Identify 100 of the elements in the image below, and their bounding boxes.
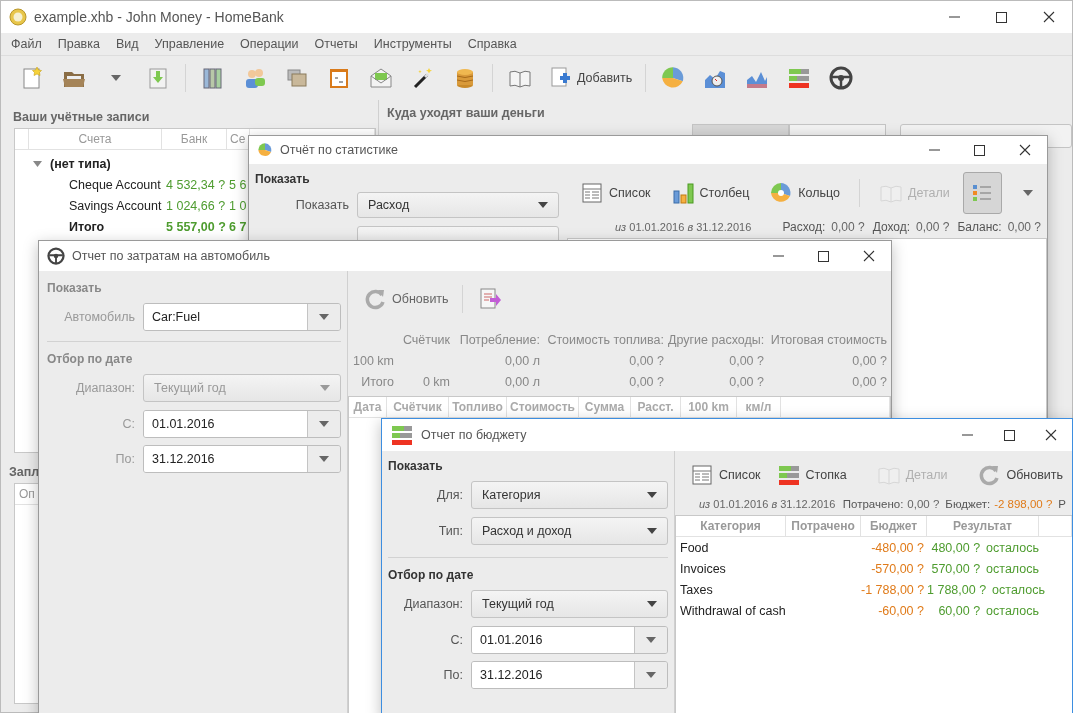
account-name[interactable]: Cheque Account bbox=[29, 177, 162, 192]
caret-icon bbox=[647, 492, 657, 498]
minimize-icon bbox=[961, 434, 973, 436]
menu-item[interactable]: Отчеты bbox=[306, 37, 366, 51]
caret-icon bbox=[538, 202, 548, 208]
refresh-icon bbox=[977, 463, 1002, 487]
toolbar-button[interactable]: Список bbox=[573, 177, 658, 209]
summary-value: 0,00 ? bbox=[728, 353, 765, 368]
total-label: Итого bbox=[68, 219, 106, 234]
total-value: 0,00 ? bbox=[907, 498, 940, 510]
menu-item[interactable]: Файл bbox=[3, 37, 50, 51]
steering-wheel-icon bbox=[47, 247, 65, 265]
date-field[interactable]: 01.01.2016 bbox=[143, 410, 341, 438]
envelope-icon bbox=[369, 66, 393, 90]
refresh-button[interactable]: Обновить bbox=[356, 283, 456, 315]
budget-dialog: Отчет по бюджету Показать Для: Категория Тип: Расход и доход Отбор по дате Диапазон: Текущий год С: 01.01.2016 По: 31.12.2016 Список Стопка Детали Обновить из 01.01.2016 в 31.12.2016 Потрачено: 0,00 ? Бюджет: -2 898,00 ? Р Категория Потрачено Бюджет Результат Food -480,00 ? 480,00 ? осталось Invoices -570,00 ? 570,00 ? осталось Taxes -1 788,00 ? 1 788,00 ? осталось Withdrawal of cash -60,00 ? 60,00 ? осталось bbox=[381, 418, 1073, 713]
summary-header: Счётчик bbox=[401, 332, 451, 347]
wand-icon bbox=[411, 66, 435, 90]
result-cell-text: 480,00 ? bbox=[930, 540, 981, 555]
toolbar-button[interactable]: Стопка bbox=[769, 459, 854, 491]
menu-item[interactable]: Управление bbox=[146, 37, 233, 51]
result-cell-text: 60,00 ? bbox=[937, 603, 981, 618]
app-logo-icon bbox=[9, 8, 27, 26]
window-title: example.xhb - John Money - HomeBank bbox=[34, 9, 285, 25]
account-name[interactable]: Savings Account bbox=[29, 198, 162, 213]
group-row[interactable]: (нет типа) bbox=[29, 156, 162, 171]
caret-icon bbox=[1022, 190, 1033, 196]
legend-toggle[interactable] bbox=[962, 172, 1002, 214]
binders-icon bbox=[201, 66, 225, 90]
window-title: Отчет по затратам на автомобиль bbox=[72, 249, 271, 263]
row-label: 100 km bbox=[352, 353, 395, 368]
toolbar-button[interactable]: Обновить bbox=[970, 459, 1071, 491]
add-button[interactable]: Добавить bbox=[541, 61, 640, 95]
pie-chart-icon bbox=[257, 142, 273, 158]
row-label: Итого bbox=[360, 374, 395, 389]
table-cell-text: 5 557,00 ? bbox=[165, 219, 227, 234]
caret-icon bbox=[111, 75, 121, 81]
steering-wheel-icon bbox=[829, 66, 854, 90]
date-field[interactable]: 31.12.2016 bbox=[143, 445, 341, 473]
maximize-icon bbox=[974, 144, 985, 156]
menu-item[interactable]: Правка bbox=[49, 37, 108, 51]
caret-icon bbox=[646, 672, 656, 678]
dropdown[interactable]: Расход bbox=[357, 192, 559, 218]
group-label: (нет типа) bbox=[50, 156, 111, 171]
toolbar-button[interactable]: Кольцо bbox=[762, 177, 848, 209]
toolbar-button[interactable]: Столбец bbox=[663, 177, 757, 209]
pane-title: Ваши учётные записи bbox=[12, 109, 151, 126]
list-icon bbox=[580, 181, 604, 205]
date-field[interactable]: 01.01.2016 bbox=[471, 626, 668, 654]
toolbar-button[interactable]: Список bbox=[683, 459, 768, 491]
caret-icon bbox=[646, 637, 656, 643]
caret-icon bbox=[647, 528, 657, 534]
period-text: из 01.01.2016 в 31.12.2016 bbox=[699, 498, 836, 510]
dropdown[interactable]: Категория bbox=[471, 481, 668, 509]
folders-icon bbox=[285, 66, 309, 90]
list-icon bbox=[690, 463, 714, 487]
table-cell-text: 6 7 bbox=[228, 219, 248, 234]
summary-header: Стоимость топлива: bbox=[546, 332, 665, 347]
summary-value: 0 km bbox=[421, 374, 451, 389]
summary-header: Итоговая стоимость bbox=[769, 332, 888, 347]
total-label: Доход: bbox=[872, 220, 911, 234]
summary-value: 0,00 ? bbox=[728, 374, 765, 389]
window-title: Отчёт по статистике bbox=[280, 143, 400, 157]
close-icon bbox=[1045, 429, 1057, 441]
total-value: 0,00 ? bbox=[916, 220, 950, 234]
stacked-bars-icon bbox=[390, 423, 414, 447]
date-field[interactable]: 31.12.2016 bbox=[471, 661, 668, 689]
caret-icon bbox=[320, 385, 330, 391]
dropdown[interactable]: Расход и доход bbox=[471, 517, 668, 545]
menu-item[interactable]: Инструменты bbox=[365, 37, 460, 51]
maximize-icon bbox=[818, 250, 829, 262]
close-icon bbox=[862, 250, 875, 262]
menu-item[interactable]: Вид bbox=[107, 37, 147, 51]
table-cell-text: 1 024,66 ? bbox=[165, 198, 227, 213]
menu-item[interactable]: Справка bbox=[459, 37, 525, 51]
minimize-icon bbox=[773, 255, 784, 257]
category-cell-text: Withdrawal of cash bbox=[679, 603, 786, 618]
close-icon bbox=[1018, 144, 1031, 156]
close-icon bbox=[1042, 11, 1055, 23]
total-value: -2 898,00 ? bbox=[994, 498, 1053, 510]
menu-item[interactable]: Операции bbox=[232, 37, 307, 51]
summary-value: 0,00 ? bbox=[851, 374, 888, 389]
people-icon bbox=[243, 66, 267, 90]
import-icon bbox=[146, 66, 170, 90]
calendar-icon bbox=[327, 66, 351, 90]
category-cell-text: Food bbox=[679, 540, 710, 555]
window-title: Отчет по бюджету bbox=[421, 428, 528, 442]
summary-header: Потребление: bbox=[458, 332, 541, 347]
result-note: осталось bbox=[986, 540, 1039, 555]
period-text: из 01.01.2016 в 31.12.2016 bbox=[615, 221, 752, 233]
total-value: 0,00 ? bbox=[1007, 220, 1041, 234]
dropdown[interactable]: Текущий год bbox=[471, 590, 668, 618]
summary-value: 0,00 ? bbox=[628, 353, 665, 368]
minimize-icon bbox=[949, 16, 960, 18]
date-field[interactable]: Car:Fuel bbox=[143, 303, 341, 331]
add-document-icon bbox=[548, 66, 572, 90]
maximize-icon bbox=[996, 11, 1007, 23]
pane-title: Куда уходят ваши деньги bbox=[386, 105, 546, 122]
total-value: 0,00 ? bbox=[831, 220, 865, 234]
new-document-icon bbox=[20, 66, 44, 90]
